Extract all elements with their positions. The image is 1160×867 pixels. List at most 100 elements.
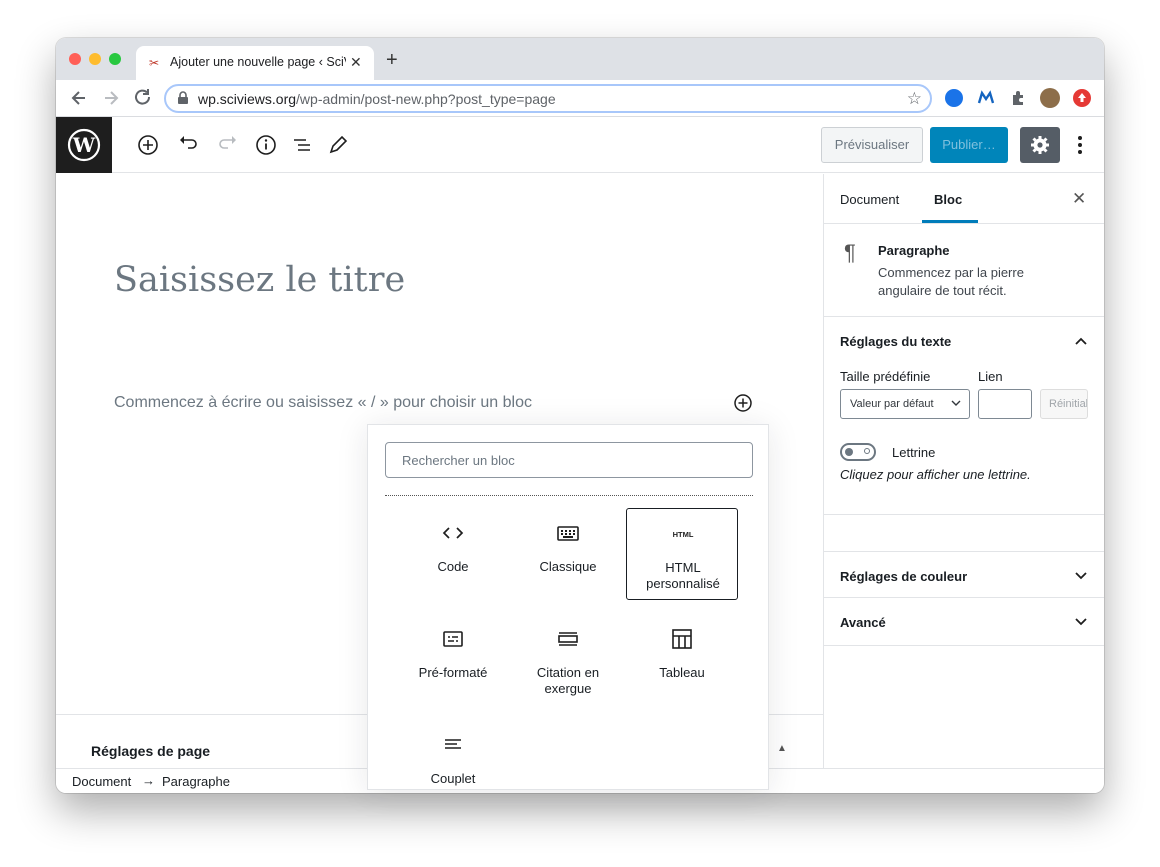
toggle-knob [845,448,853,456]
svg-text:W: W [72,133,96,157]
zoom-window-button[interactable] [109,53,121,65]
html-icon-text: HTML [673,530,694,539]
extensions-puzzle-icon[interactable] [1009,89,1027,107]
pullquote-icon [558,632,578,646]
block-item-label: Citation en exergue [536,665,600,696]
breadcrumb-paragraph[interactable]: Paragraphe [162,774,230,789]
lock-icon [178,91,188,104]
table-icon [672,629,692,649]
forward-icon[interactable] [98,85,124,111]
tab-document[interactable]: Document [840,192,899,207]
tab-strip: ✂ Ajouter une nouvelle page ‹ SciViews ✕… [56,38,1104,80]
url-host: wp.sciviews.org [198,91,297,107]
inline-add-block-icon[interactable] [732,392,754,414]
reload-icon[interactable] [130,85,156,111]
block-card-description: Commencez par la pierre angulaire de tou… [878,265,1024,298]
block-item-label: Code [437,559,469,574]
color-settings-panel[interactable]: Réglages de couleur [824,551,1104,598]
editor-header: W Prévisualiser Publier… [56,117,1104,173]
publish-button[interactable]: Publier… [930,127,1008,163]
text-settings-title[interactable]: Réglages du texte [840,334,951,349]
post-title-input[interactable]: Saisissez le titre [114,260,405,300]
block-card: ¶ Paragraphe Commencez par la pierre ang… [824,224,1104,317]
redo-icon[interactable] [216,133,240,157]
block-item-pullquote[interactable]: Citation en exergue [512,614,624,706]
bookmark-star-icon[interactable]: ☆ [907,89,922,109]
divider [385,495,753,496]
font-size-label: Taille prédéfinie [840,369,931,384]
dropcap-toggle[interactable] [840,443,876,461]
browser-tab[interactable]: ✂ Ajouter une nouvelle page ‹ SciViews ✕ [136,46,374,80]
breadcrumb-arrow-icon: → [142,773,155,788]
verse-icon [445,739,461,749]
block-item-code[interactable]: Code [397,508,509,600]
tab-title: Ajouter une nouvelle page ‹ SciViews [170,55,346,69]
block-search-placeholder: Rechercher un bloc [402,453,515,468]
url-path: /wp-admin/post-new.php?post_type=page [296,91,556,107]
collapse-caret-icon[interactable]: ▲ [777,743,787,754]
block-card-title: Paragraphe [878,243,950,258]
new-tab-button[interactable]: + [386,50,398,70]
sidebar-tabs: Document Bloc ✕ [824,174,1104,224]
settings-sidebar: Document Bloc ✕ ¶ Paragraphe Commencez p… [823,174,1104,768]
custom-size-input[interactable] [978,389,1032,419]
extension-m-icon[interactable] [977,89,995,107]
font-size-select[interactable]: Valeur par défaut [840,389,970,419]
preformatted-icon [443,631,463,647]
paragraph-icon: ¶ [844,240,856,265]
link-label: Lien [978,369,1003,384]
edit-pencil-icon[interactable] [326,133,350,157]
back-icon[interactable] [66,85,92,111]
block-item-verse[interactable]: Couplet [397,720,509,789]
block-navigation-icon[interactable] [290,133,314,157]
advanced-title: Avancé [840,615,886,630]
settings-button[interactable] [1020,127,1060,163]
tab-close-icon[interactable]: ✕ [350,54,362,71]
wordpress-logo-icon[interactable]: W [56,117,112,173]
close-window-button[interactable] [69,53,81,65]
breadcrumb-document[interactable]: Document [72,774,131,789]
color-settings-title: Réglages de couleur [840,569,968,584]
extension-r-icon[interactable] [945,89,963,107]
block-item-label: Couplet [430,771,476,786]
block-inserter-popover: Rechercher un bloc Code Classique HTML H… [367,424,769,790]
profile-avatar[interactable] [1040,88,1060,108]
tab-block[interactable]: Bloc [934,192,962,207]
block-search-input[interactable]: Rechercher un bloc [385,442,753,478]
close-sidebar-icon[interactable]: ✕ [1072,189,1086,209]
chevron-down-icon [951,400,961,406]
chevron-down-icon[interactable] [1074,615,1088,629]
undo-icon[interactable] [176,133,200,157]
update-icon[interactable] [1073,89,1091,107]
active-tab-indicator [922,220,978,223]
block-item-label: Classique [539,559,597,574]
font-size-select-value: Valeur par défaut [850,398,934,410]
browser-toolbar: wp.sciviews.org/wp-admin/post-new.php?po… [56,80,1104,117]
dropcap-label: Lettrine [892,445,936,460]
add-block-icon[interactable] [136,133,160,157]
advanced-panel[interactable]: Avancé [824,598,1104,646]
block-item-label: HTML personnalisé [646,560,720,591]
gear-icon [1031,136,1049,154]
block-item-custom-html[interactable]: HTML HTML personnalisé [626,508,738,600]
more-options-icon[interactable] [1072,133,1088,157]
keyboard-icon [557,526,579,541]
favicon-icon: ✂ [148,56,160,70]
block-item-table[interactable]: Tableau [626,614,738,706]
chevron-down-icon[interactable] [1074,569,1088,583]
minimize-window-button[interactable] [89,53,101,65]
dropcap-help: Cliquez pour afficher une lettrine. [840,467,1031,482]
block-item-classic[interactable]: Classique [512,508,624,600]
preview-button[interactable]: Prévisualiser [821,127,923,163]
info-icon[interactable] [254,133,278,157]
url-text: wp.sciviews.org/wp-admin/post-new.php?po… [198,91,556,107]
toggle-off-indicator [864,448,870,454]
block-item-preformatted[interactable]: Pré-formaté [397,614,509,706]
code-icon [442,527,464,539]
reset-button[interactable]: Réinitialiser [1040,389,1088,419]
address-bar[interactable]: wp.sciviews.org/wp-admin/post-new.php?po… [164,84,932,113]
block-item-label: Pré-formaté [418,665,488,680]
paragraph-block[interactable]: Commencez à écrire ou saisissez « / » po… [114,394,532,412]
block-item-label: Tableau [659,665,705,680]
chevron-up-icon[interactable] [1074,334,1088,348]
